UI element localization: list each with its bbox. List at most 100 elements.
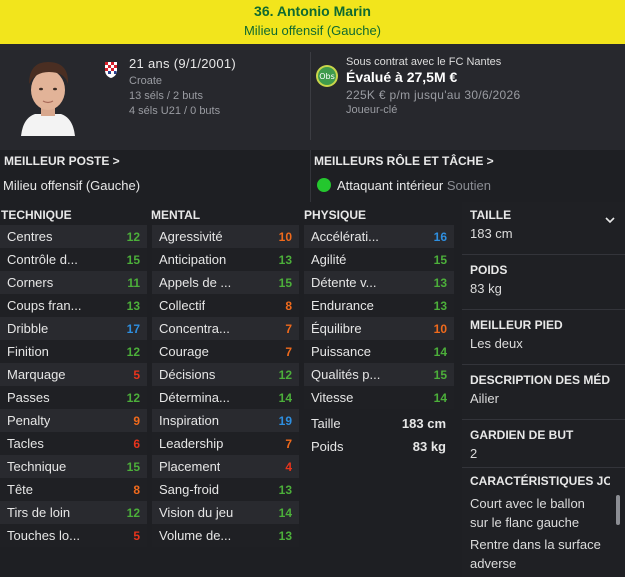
attribute-row[interactable]: Sang-froid 13 (152, 478, 299, 501)
attribute-value: 14 (278, 505, 292, 520)
attribute-row[interactable]: Technique 15 (0, 455, 147, 478)
best-role-link[interactable]: MEILLEURS RÔLE ET TÂCHE > (314, 154, 494, 168)
attribute-value: 6 (133, 436, 140, 451)
trait-line: adverse (470, 556, 517, 571)
player-caps: 13 séls / 2 buts (129, 90, 203, 102)
attribute-name: Concentra... (159, 321, 230, 336)
attribute-row[interactable]: Vitesse 14 (304, 386, 454, 409)
attribute-row[interactable]: Contrôle d... 15 (0, 248, 147, 271)
attribute-row[interactable]: Finition 12 (0, 340, 147, 363)
side-separator (462, 364, 625, 365)
chevron-down-icon[interactable] (605, 215, 615, 225)
attribute-row[interactable]: Passes 12 (0, 386, 147, 409)
attribute-name: Détermina... (159, 390, 230, 405)
attribute-value: 19 (278, 413, 292, 428)
croatia-flag-icon[interactable] (100, 58, 122, 80)
best-position-value: Milieu offensif (Gauche) (3, 178, 141, 193)
side-weight-value: 83 kg (470, 281, 502, 296)
attribute-value: 11 (127, 275, 140, 290)
attribute-row[interactable]: Appels de ... 15 (152, 271, 299, 294)
attribute-row[interactable]: Volume de... 13 (152, 524, 299, 547)
attribute-row[interactable]: Qualités p... 15 (304, 363, 454, 386)
attribute-row[interactable]: Coups fran... 13 (0, 294, 147, 317)
attribute-value: 7 (285, 321, 292, 336)
attribute-name: Vitesse (311, 390, 354, 405)
side-foot-value: Les deux (470, 336, 523, 351)
attribute-name: Endurance (311, 298, 374, 313)
attribute-name: Corners (7, 275, 54, 290)
attribute-value: 9 (133, 413, 140, 428)
attribute-value: 10 (433, 321, 447, 336)
attribute-name: Technique (7, 459, 67, 474)
attribute-value: 8 (285, 298, 292, 313)
attribute-row[interactable]: Centres 12 (0, 225, 147, 248)
profile-panel: 21 ans (9/1/2001) Croate 13 séls / 2 but… (0, 44, 625, 150)
attribute-row[interactable]: Vision du jeu 14 (152, 501, 299, 524)
attribute-row[interactable]: Tête 8 (0, 478, 147, 501)
attribute-row[interactable]: Agilité 15 (304, 248, 454, 271)
club-badge-icon[interactable]: Obs (315, 64, 339, 88)
attribute-row[interactable]: Corners 11 (0, 271, 147, 294)
player-wage: 225K € p/m jusqu'au 30/6/2026 (346, 88, 521, 102)
attribute-value: 13 (278, 252, 292, 267)
attribute-value: 7 (285, 436, 292, 451)
attribute-name: Penalty (7, 413, 51, 428)
player-portrait[interactable] (13, 54, 83, 136)
attribute-row[interactable]: Équilibre 10 (304, 317, 454, 340)
attribute-row[interactable]: Tirs de loin 12 (0, 501, 147, 524)
attribute-row[interactable]: Inspiration 19 (152, 409, 299, 432)
attribute-name: Finition (7, 344, 49, 359)
attribute-name: Tête (7, 482, 34, 497)
attribute-row[interactable]: Endurance 13 (304, 294, 454, 317)
info-sidebar: TAILLE 183 cm POIDS 83 kg MEILLEUR PIED … (462, 202, 625, 577)
club-badge-text: Obs (319, 72, 335, 81)
attribute-row[interactable]: Concentra... 7 (152, 317, 299, 340)
attribute-name: Équilibre (311, 321, 362, 336)
height-row: Taille 183 cm (303, 412, 453, 435)
attribute-row[interactable]: Collectif 8 (152, 294, 299, 317)
attribute-value: 15 (433, 252, 447, 267)
attribute-row[interactable]: Marquage 5 (0, 363, 147, 386)
best-role-value: Attaquant intérieur Soutien (317, 178, 491, 193)
attribute-row[interactable]: Tacles 6 (0, 432, 147, 455)
physique-attributes: Accélérati... 16 Agilité 15 Détente v... 13 En… (304, 225, 454, 409)
attribute-name: Leadership (159, 436, 224, 451)
attribute-value: 13 (278, 482, 292, 497)
side-media-label: DESCRIPTION DES MÉDI... (470, 373, 610, 387)
player-u21-caps: 4 séls U21 / 0 buts (129, 105, 221, 117)
attribute-row[interactable]: Détermina... 14 (152, 386, 299, 409)
best-position-link[interactable]: MEILLEUR POSTE > (4, 154, 120, 168)
attribute-row[interactable]: Touches lo... 5 (0, 524, 147, 547)
attribute-name: Coups fran... (7, 298, 82, 313)
attribute-value: 4 (285, 459, 292, 474)
side-height-label: TAILLE (470, 208, 512, 222)
attribute-row[interactable]: Agressivité 10 (152, 225, 299, 248)
attribute-value: 8 (133, 482, 140, 497)
attribute-row[interactable]: Accélérati... 16 (304, 225, 454, 248)
attribute-row[interactable]: Puissance 14 (304, 340, 454, 363)
attribute-row[interactable]: Décisions 12 (152, 363, 299, 386)
side-separator (462, 254, 625, 255)
side-separator (462, 419, 625, 420)
contract-club[interactable]: Sous contrat avec le FC Nantes (346, 56, 520, 68)
attribute-row[interactable]: Placement 4 (152, 455, 299, 478)
trait-line: Court avec le ballon (470, 496, 585, 511)
attribute-value: 17 (126, 321, 140, 336)
attribute-value: 14 (433, 344, 447, 359)
sidebar-scrollbar[interactable] (616, 495, 620, 525)
attribute-row[interactable]: Anticipation 13 (152, 248, 299, 271)
attribute-row[interactable]: Leadership 7 (152, 432, 299, 455)
player-nationality[interactable]: Croate (129, 75, 236, 87)
attribute-name: Agressivité (159, 229, 223, 244)
profile-divider (310, 52, 311, 140)
attribute-row[interactable]: Dribble 17 (0, 317, 147, 340)
height-value: 183 cm (401, 416, 446, 431)
best-role-duty: Soutien (446, 178, 491, 193)
player-age: 21 ans (9/1/2001) (129, 56, 237, 71)
attribute-name: Qualités p... (311, 367, 381, 382)
body-measurements: Taille 183 cm Poids 83 kg (303, 412, 453, 458)
attribute-row[interactable]: Penalty 9 (0, 409, 147, 432)
attribute-row[interactable]: Courage 7 (152, 340, 299, 363)
attribute-value: 16 (433, 229, 447, 244)
attribute-row[interactable]: Détente v... 13 (304, 271, 454, 294)
